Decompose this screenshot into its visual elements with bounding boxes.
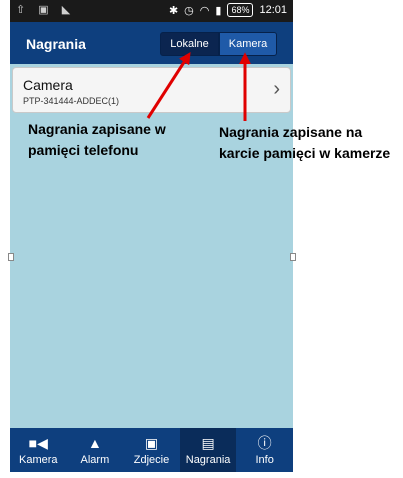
bluetooth-icon: ✱ bbox=[168, 4, 179, 17]
nav-item-info[interactable]: ⓘ Info bbox=[236, 428, 293, 472]
nav-label: Alarm bbox=[80, 453, 110, 466]
nav-label: Nagrania bbox=[185, 453, 231, 466]
phone-screen: ⇧ ▣ ◣ ✱ ◷ ◠ ▮ 68% 12:01 Nagrania Lokalne… bbox=[10, 0, 293, 472]
notification-icons: ⇧ ▣ ◣ bbox=[16, 4, 76, 16]
status-indicators: ✱ ◷ ◠ ▮ 68% 12:01 bbox=[169, 3, 287, 17]
photo-icon: ▣ bbox=[144, 434, 159, 451]
device-list-item[interactable]: Camera PTP-341444-ADDEC(1) › bbox=[12, 67, 291, 113]
segment-local-button[interactable]: Lokalne bbox=[160, 32, 219, 56]
device-id: PTP-341444-ADDEC(1) bbox=[23, 96, 120, 106]
alarm-bell-icon: ▲ bbox=[87, 434, 102, 451]
app-bar: Nagrania Lokalne Kamera bbox=[10, 22, 293, 64]
nav-label: Zdjecie bbox=[133, 453, 170, 466]
clock-time: 12:01 bbox=[259, 4, 287, 16]
resize-handle-right bbox=[290, 253, 296, 261]
bottom-nav: ■◀ Kamera ▲ Alarm ▣ Zdjecie ▤ Nagrania ⓘ… bbox=[10, 428, 293, 472]
annotation-local: Nagrania zapisane w pamięci telefonu bbox=[28, 121, 166, 158]
chevron-right-icon: › bbox=[273, 78, 280, 100]
device-name: Camera bbox=[23, 77, 73, 93]
nav-item-zdjecie[interactable]: ▣ Zdjecie bbox=[123, 428, 180, 472]
nav-item-kamera[interactable]: ■◀ Kamera bbox=[10, 428, 67, 472]
video-camera-icon: ■◀ bbox=[28, 434, 48, 451]
wifi-icon: ◠ bbox=[199, 4, 210, 17]
nav-item-alarm[interactable]: ▲ Alarm bbox=[67, 428, 124, 472]
battery-level: 68% bbox=[227, 3, 254, 17]
signal-icon: ▮ bbox=[215, 4, 222, 17]
info-icon: ⓘ bbox=[257, 434, 272, 451]
segment-camera-button[interactable]: Kamera bbox=[219, 32, 277, 56]
alarm-clock-icon: ◷ bbox=[184, 4, 194, 17]
resize-handle-left bbox=[8, 253, 14, 261]
nav-label: Info bbox=[255, 453, 274, 466]
status-bar: ⇧ ▣ ◣ ✱ ◷ ◠ ▮ 68% 12:01 bbox=[10, 0, 293, 22]
film-icon: ▤ bbox=[201, 434, 215, 451]
annotation-camera: Nagrania zapisane na karcie pamięci w ka… bbox=[219, 124, 391, 161]
page-title: Nagrania bbox=[26, 36, 86, 52]
nav-item-nagrania[interactable]: ▤ Nagrania bbox=[179, 428, 237, 472]
nav-label: Kamera bbox=[19, 453, 58, 466]
